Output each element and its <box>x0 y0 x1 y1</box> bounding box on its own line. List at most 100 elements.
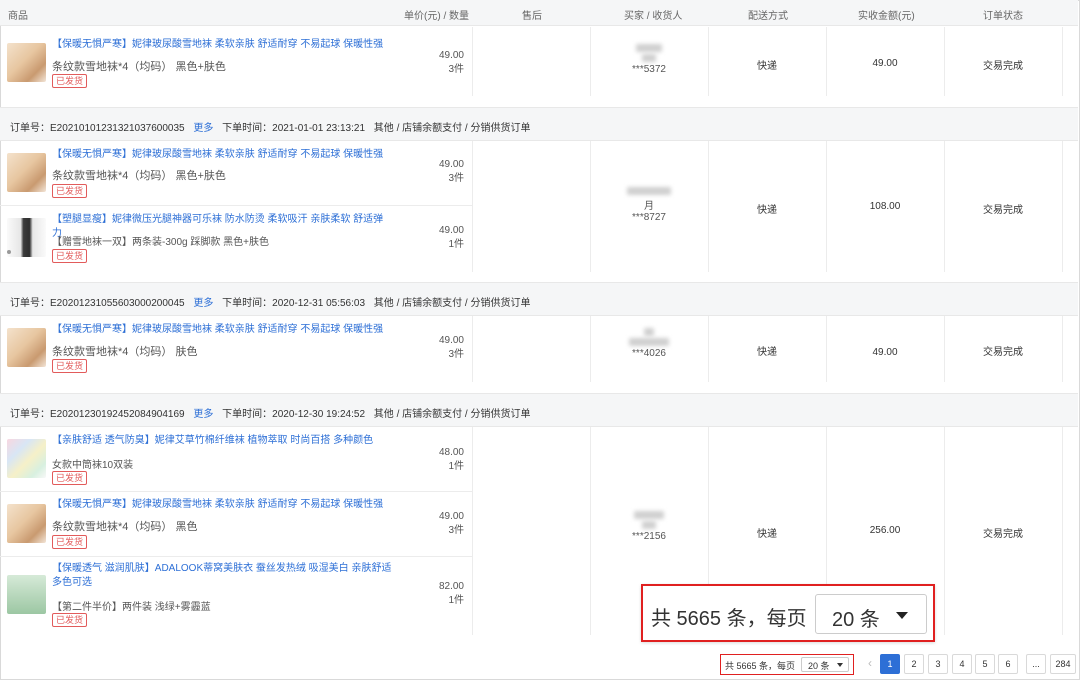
quantity: 3件 <box>448 64 464 75</box>
header-amount: 实收金额(元) <box>858 11 915 22</box>
unit-price: 49.00 <box>438 511 464 522</box>
shipped-badge: 已发货 <box>52 613 88 627</box>
product-thumbnail[interactable] <box>7 43 46 82</box>
page-button[interactable]: 6 <box>998 654 1018 674</box>
unit-price: 49.00 <box>438 335 464 346</box>
product-title-link[interactable]: 【保暖透气 滋润肌肤】ADALOOK蒂窝美肤衣 蚕丝发热绒 吸湿美白 亲肤舒适 … <box>52 562 392 590</box>
page-size-select[interactable]: 20 条 <box>801 657 849 672</box>
shipping-method: 快递 <box>757 347 777 358</box>
product-title-link[interactable]: 【保暖无惧严寒】妮律玻尿酸雪地袜 柔软亲肤 舒适耐穿 不易起球 保暖性强 <box>52 38 392 52</box>
product-spec: 条纹款雪地袜*4（均码） 黑色+肤色 <box>52 170 226 182</box>
product-thumbnail[interactable] <box>7 575 46 614</box>
pagination-info: 共 5665 条，每页 20 条 <box>720 654 854 675</box>
page-button[interactable]: 3 <box>928 654 948 674</box>
order-meta: 其他 / 店铺余额支付 / 分销供货订单 <box>373 409 531 420</box>
pagination-zoom-callout: 共 5665 条，每页 20 条 <box>641 584 935 642</box>
table-row: 【塑腿显瘦】妮律微压光腿神器可乐袜 防水防烫 柔软吸汗 亲肤柔软 舒适弹力 【赠… <box>0 206 472 272</box>
page-size-value: 20 条 <box>808 661 830 671</box>
shipped-badge: 已发货 <box>52 471 88 485</box>
more-link[interactable]: 更多 <box>193 298 213 309</box>
order-info-bar: 订单号：E20210101231321037600035 更多 下单时间：202… <box>0 107 1078 141</box>
page-button[interactable]: 5 <box>975 654 995 674</box>
product-thumbnail[interactable] <box>7 439 46 478</box>
product-thumbnail[interactable] <box>7 153 46 192</box>
product-thumbnail[interactable] <box>7 504 46 543</box>
page-ellipsis[interactable]: ... <box>1026 654 1046 674</box>
order-meta: 其他 / 店铺余额支付 / 分销供货订单 <box>373 123 531 134</box>
shipped-badge: 已发货 <box>52 359 88 373</box>
thumbnail-indicator <box>7 250 11 254</box>
order-status: 交易完成 <box>983 347 1023 358</box>
shipping-method: 快递 <box>757 205 777 216</box>
quantity: 1件 <box>448 461 464 472</box>
more-link[interactable]: 更多 <box>193 409 213 420</box>
buyer-cell: ***4026 <box>590 328 708 359</box>
order-number: 订单号：E20201230192452084904169 <box>10 409 185 420</box>
quantity: 3件 <box>448 349 464 360</box>
zoom-page-size-select[interactable]: 20 条 <box>815 594 927 634</box>
quantity: 3件 <box>448 173 464 184</box>
table-row: 【保暖无惧严寒】妮律玻尿酸雪地袜 柔软亲肤 舒适耐穿 不易起球 保暖性强 条纹款… <box>0 316 472 382</box>
unit-price: 49.00 <box>438 50 464 61</box>
header-after-sale: 售后 <box>522 11 542 22</box>
header-shipping: 配送方式 <box>748 11 788 22</box>
page-button-last[interactable]: 284 <box>1050 654 1076 674</box>
table-row: 【保暖无惧严寒】妮律玻尿酸雪地袜 柔软亲肤 舒适耐穿 不易起球 保暖性强 条纹款… <box>0 141 472 206</box>
table-row: 【亲肤舒适 透气防臭】妮律艾草竹棉纤维袜 植物萃取 时尚百搭 多种颜色 女款中筒… <box>0 427 472 492</box>
page-button[interactable]: 4 <box>952 654 972 674</box>
shipping-method: 快递 <box>757 529 777 540</box>
total-count-text: 共 5665 条，每页 <box>725 661 796 671</box>
unit-price: 48.00 <box>438 447 464 458</box>
unit-price: 49.00 <box>438 225 464 236</box>
header-buyer: 买家 / 收货人 <box>624 11 683 22</box>
buyer-phone: ***8727 <box>632 212 666 223</box>
product-spec: 条纹款雪地袜*4（均码） 黑色+肤色 <box>52 61 226 73</box>
unit-price: 82.00 <box>438 581 464 592</box>
prev-page-button[interactable]: ‹ <box>860 654 880 674</box>
order-status: 交易完成 <box>983 205 1023 216</box>
order-amount: 108.00 <box>869 201 901 212</box>
unit-price: 49.00 <box>438 159 464 170</box>
buyer-phone: ***5372 <box>632 64 666 75</box>
buyer-cell: 月 ***8727 <box>590 187 708 223</box>
shipped-badge: 已发货 <box>52 184 88 198</box>
product-thumbnail[interactable] <box>7 328 46 367</box>
more-link[interactable]: 更多 <box>193 123 213 134</box>
table-header: 商品 单价(元) / 数量 售后 买家 / 收货人 配送方式 实收金额(元) 订… <box>0 0 1078 26</box>
order-amount: 256.00 <box>869 525 901 536</box>
chevron-down-icon <box>837 663 843 667</box>
order-number: 订单号：E20201231055603000200045 <box>10 298 185 309</box>
order-block: 【保暖无惧严寒】妮律玻尿酸雪地袜 柔软亲肤 舒适耐穿 不易起球 保暖性强 条纹款… <box>0 27 1078 96</box>
product-spec: 女款中筒袜10双装 <box>52 460 134 471</box>
buyer-name: 月 <box>644 201 654 212</box>
order-amount: 49.00 <box>872 347 898 358</box>
product-title-link[interactable]: 【保暖无惧严寒】妮律玻尿酸雪地袜 柔软亲肤 舒适耐穿 不易起球 保暖性强 <box>52 323 392 337</box>
table-row: 【保暖透气 滋润肌肤】ADALOOK蒂窝美肤衣 蚕丝发热绒 吸湿美白 亲肤舒适 … <box>0 557 472 635</box>
product-thumbnail[interactable] <box>7 218 46 257</box>
quantity: 1件 <box>448 595 464 606</box>
order-amount: 49.00 <box>872 58 898 69</box>
table-row: 【保暖无惧严寒】妮律玻尿酸雪地袜 柔软亲肤 舒适耐穿 不易起球 保暖性强 条纹款… <box>0 27 472 96</box>
product-spec: 【赠雪地袜一双】两条装-300g 踩脚款 黑色+肤色 <box>52 237 269 248</box>
product-title-link[interactable]: 【亲肤舒适 透气防臭】妮律艾草竹棉纤维袜 植物萃取 时尚百搭 多种颜色 <box>52 434 392 448</box>
header-goods: 商品 <box>8 11 28 22</box>
shipped-badge: 已发货 <box>52 535 88 549</box>
quantity: 1件 <box>448 239 464 250</box>
page-button[interactable]: 2 <box>904 654 924 674</box>
product-title-link[interactable]: 【保暖无惧严寒】妮律玻尿酸雪地袜 柔软亲肤 舒适耐穿 不易起球 保暖性强 <box>52 148 392 162</box>
shipping-method: 快递 <box>757 61 777 72</box>
buyer-cell: ***2156 <box>590 511 708 542</box>
table-row: 【保暖无惧严寒】妮律玻尿酸雪地袜 柔软亲肤 舒适耐穿 不易起球 保暖性强 条纹款… <box>0 492 472 557</box>
order-number: 订单号：E20210101231321037600035 <box>10 123 185 134</box>
zoom-total-text: 共 5665 条，每页 <box>651 608 807 630</box>
order-info-bar: 订单号：E20201231055603000200045 更多 下单时间：202… <box>0 282 1078 316</box>
product-spec: 条纹款雪地袜*4（均码） 肤色 <box>52 346 198 358</box>
zoom-page-size-value: 20 条 <box>832 609 880 631</box>
product-title-link[interactable]: 【保暖无惧严寒】妮律玻尿酸雪地袜 柔软亲肤 舒适耐穿 不易起球 保暖性强 <box>52 498 392 512</box>
order-status: 交易完成 <box>983 529 1023 540</box>
order-block: 【保暖无惧严寒】妮律玻尿酸雪地袜 柔软亲肤 舒适耐穿 不易起球 保暖性强 条纹款… <box>0 316 1078 382</box>
quantity: 3件 <box>448 525 464 536</box>
order-time: 下单时间：2021-01-01 23:13:21 <box>222 123 366 134</box>
order-status: 交易完成 <box>983 61 1023 72</box>
page-button[interactable]: 1 <box>880 654 900 674</box>
